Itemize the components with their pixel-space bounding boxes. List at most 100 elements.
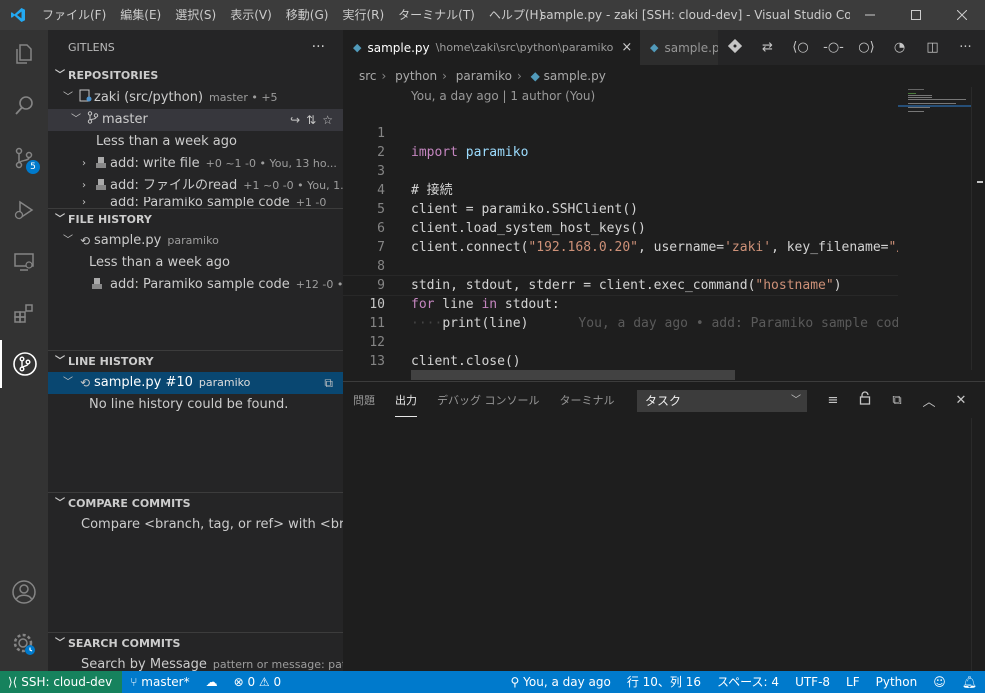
branch-icon: ⑂	[130, 675, 138, 689]
file-history-header[interactable]: ﹀ FILE HISTORY	[48, 208, 343, 230]
clear-output-icon[interactable]: ≡	[817, 393, 849, 408]
gitlens-icon[interactable]	[0, 340, 48, 388]
git-icon[interactable]	[718, 38, 751, 57]
compare-icon[interactable]: ⇅	[306, 109, 316, 131]
encoding[interactable]: UTF-8	[787, 671, 838, 693]
menu-edit[interactable]: 編集(E)	[113, 0, 168, 30]
commit-item[interactable]: › add: Paramiko sample code +1 -0	[48, 197, 343, 208]
explorer-icon[interactable]	[0, 30, 48, 78]
code-line-current[interactable]: 10 ····print(line) You, a day ago • add: …	[343, 275, 898, 331]
lock-icon[interactable]	[849, 391, 881, 409]
star-icon[interactable]: ☆	[322, 109, 333, 131]
cursor-position[interactable]: 行 10、列 16	[619, 671, 709, 693]
open-changes-icon[interactable]: ⇄	[751, 40, 784, 55]
line-history-file[interactable]: ﹀ ⟲ sample.py #10 paramiko ⧉	[48, 372, 343, 394]
close-tab-icon[interactable]: ×	[621, 40, 632, 55]
breadcrumb-item[interactable]: sample.py	[544, 69, 606, 83]
close-window-button[interactable]	[939, 0, 985, 30]
code-line[interactable]: 7	[343, 219, 898, 255]
remote-explorer-icon[interactable]	[0, 238, 48, 286]
minimize-button[interactable]	[847, 0, 893, 30]
code-line[interactable]: 5 client.load_system_host_keys()	[343, 181, 898, 236]
compare-commits-header[interactable]: ﹀ COMPARE COMMITS	[48, 492, 343, 514]
blame-status[interactable]: ⚲ You, a day ago	[503, 671, 619, 693]
tab-problems[interactable]: 問題	[353, 384, 375, 416]
open-file-icon[interactable]: ⧉	[324, 372, 333, 394]
close-panel-icon[interactable]: ✕	[945, 393, 977, 408]
notifications-bell-icon[interactable]: 🔔︎	[954, 671, 985, 693]
tab-terminal[interactable]: ターミナル	[560, 384, 615, 416]
file-history-file[interactable]: ﹀ ⟲ sample.py paramiko	[48, 230, 343, 252]
code-line[interactable]: 9 for line in stdout:	[343, 257, 898, 312]
search-commits-header[interactable]: ﹀ SEARCH COMMITS	[48, 632, 343, 654]
commit-item[interactable]: › add: ファイルのread +1 ~0 -0 • You, 1...	[48, 175, 343, 197]
code-editor[interactable]: You, a day ago | 1 author (You) 1 import…	[343, 87, 898, 370]
editor-horizontal-scrollbar[interactable]	[411, 370, 735, 380]
menu-terminal[interactable]: ターミナル(T)	[391, 0, 482, 30]
breadcrumb-item[interactable]: src	[359, 69, 377, 83]
code-line[interactable]: 4 client = paramiko.SSHClient()	[343, 162, 898, 217]
line-history-header-label: LINE HISTORY	[68, 354, 154, 368]
more-actions-icon[interactable]: ···	[312, 30, 325, 65]
remote-indicator[interactable]: ⟩⟨ SSH: cloud-dev	[0, 671, 123, 693]
accounts-icon[interactable]	[0, 568, 48, 616]
commit-item[interactable]: add: Paramiko sample code +12 -0 •...	[48, 274, 343, 296]
codelens-authors[interactable]: You, a day ago | 1 author (You)	[343, 87, 898, 105]
code-line[interactable]: 3 # 接続	[343, 143, 898, 198]
editor-vertical-scrollbar[interactable]	[971, 87, 985, 370]
problems-status[interactable]: ⊗ 0 ⚠ 0	[226, 671, 290, 693]
repo-item[interactable]: ﹀ zaki (src/python) master • +5	[48, 87, 343, 109]
maximize-button[interactable]	[893, 0, 939, 30]
tab-output[interactable]: 出力	[395, 384, 417, 417]
menu-run[interactable]: 実行(R)	[335, 0, 391, 30]
indentation[interactable]: スペース: 4	[709, 671, 787, 693]
search-icon[interactable]	[0, 82, 48, 130]
branch-status[interactable]: ⑂ master*	[122, 671, 197, 693]
line-history-header[interactable]: ﹀ LINE HISTORY	[48, 350, 343, 372]
list-item[interactable]: Less than a week ago	[48, 131, 343, 153]
language-mode[interactable]: Python	[868, 671, 926, 693]
code-line[interactable]: 2	[343, 124, 898, 160]
code-line[interactable]: 11	[343, 295, 898, 331]
breadcrumb-item[interactable]: python	[395, 69, 437, 83]
search-item[interactable]: Search by Message pattern or message: pa…	[48, 654, 343, 671]
menu-selection[interactable]: 選択(S)	[168, 0, 223, 30]
toggle-blame-icon[interactable]: ◔	[883, 40, 916, 55]
menu-view[interactable]: 表示(V)	[223, 0, 279, 30]
code-line[interactable]: 6 client.connect("192.168.0.20", usernam…	[343, 200, 898, 255]
branch-item[interactable]: ﹀ master ↪ ⇅ ☆	[48, 109, 343, 131]
code-line[interactable]: 8 stdin, stdout, stderr = client.exec_co…	[343, 238, 898, 293]
minimap[interactable]	[898, 87, 971, 370]
list-item[interactable]: Less than a week ago	[48, 252, 343, 274]
tab-debug-console[interactable]: デバッグ コンソール	[437, 384, 540, 416]
code-line[interactable]: 13	[343, 333, 898, 369]
switch-branch-icon[interactable]: ↪	[290, 109, 300, 131]
tab-sample-py[interactable]: ◆ sample.py \home\zaki\src\python\parami…	[343, 30, 640, 65]
code-line[interactable]: 12 client.close()	[343, 314, 898, 369]
breadcrumb-item[interactable]: paramiko	[456, 69, 512, 83]
output-channel-select[interactable]: タスク ﹀	[637, 390, 807, 412]
more-actions-icon[interactable]: ···	[949, 40, 982, 55]
tab-sample-py-2[interactable]: ◆ sample.py	[640, 30, 718, 65]
run-debug-icon[interactable]	[0, 186, 48, 234]
extensions-icon[interactable]	[0, 290, 48, 338]
panel-scrollbar[interactable]	[971, 418, 985, 671]
sync-icon[interactable]: ☁	[198, 671, 226, 693]
compare-item[interactable]: Compare <branch, tag, or ref> with <bra.…	[48, 514, 343, 536]
open-log-icon[interactable]: ⧉	[881, 393, 913, 408]
menu-file[interactable]: ファイル(F)	[35, 0, 113, 30]
maximize-panel-icon[interactable]: ︿	[913, 391, 945, 410]
menu-go[interactable]: 移動(G)	[279, 0, 336, 30]
commit-item[interactable]: › add: write file +0 ~1 -0 • You, 13 ho.…	[48, 153, 343, 175]
code-line[interactable]: 1 import paramiko	[343, 105, 898, 160]
end-of-line[interactable]: LF	[838, 671, 868, 693]
split-editor-icon[interactable]: ◫	[916, 40, 949, 55]
feedback-icon[interactable]: ☺	[925, 671, 954, 693]
repositories-header[interactable]: ﹀ REPOSITORIES	[48, 65, 343, 87]
source-control-icon[interactable]: 5	[0, 134, 48, 182]
next-revision-icon[interactable]: ○⟩	[850, 40, 883, 55]
commit-icon[interactable]: -○-	[817, 40, 850, 55]
editor-actions: ⇄ ⟨○ -○- ○⟩ ◔ ◫ ···	[718, 30, 985, 65]
manage-gear-icon[interactable]	[0, 620, 48, 668]
previous-revision-icon[interactable]: ⟨○	[784, 40, 817, 55]
